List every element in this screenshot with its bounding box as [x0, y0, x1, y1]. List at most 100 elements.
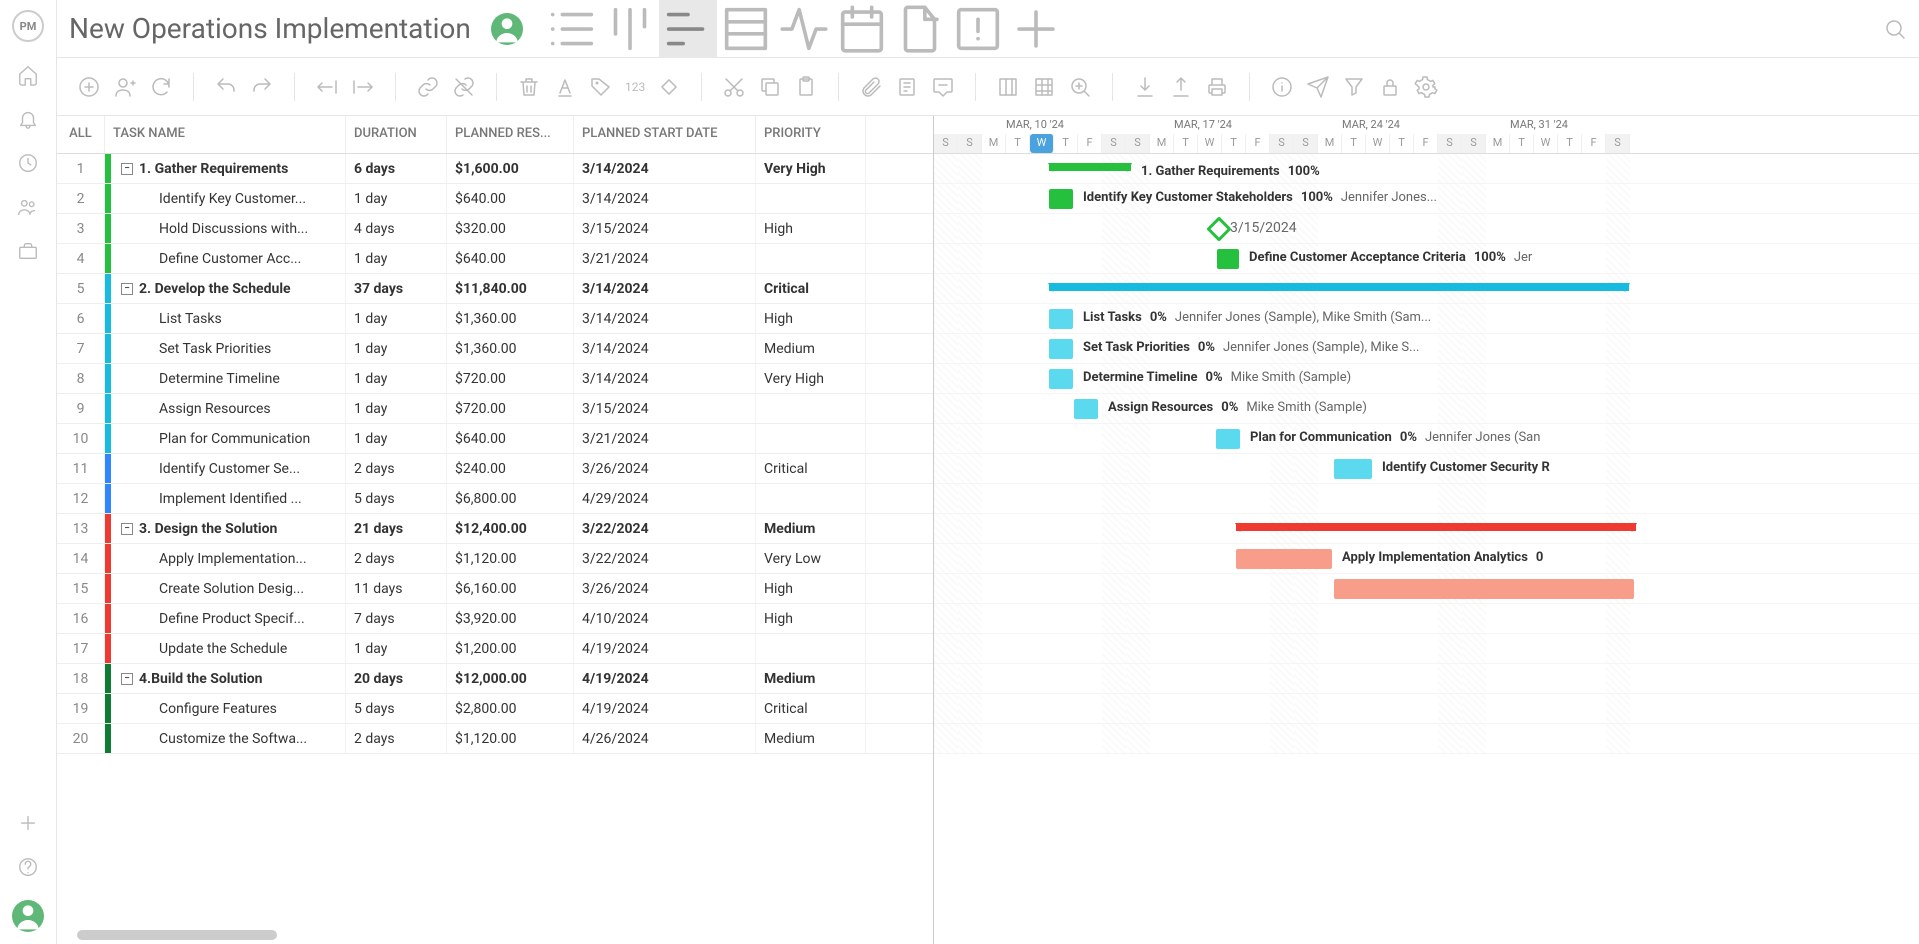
tag-icon[interactable] [589, 75, 613, 99]
assign-icon[interactable] [113, 75, 137, 99]
col-resources[interactable]: PLANNED RES... [447, 116, 574, 153]
start-cell[interactable]: 4/19/2024 [574, 634, 756, 663]
task-name-cell[interactable]: Hold Discussions with... [105, 214, 346, 243]
priority-cell[interactable]: Critical [756, 694, 866, 723]
duration-cell[interactable]: 1 day [346, 424, 447, 453]
gantt-bar[interactable]: Determine Timeline0%Mike Smith (Sample) [1049, 369, 1073, 389]
start-cell[interactable]: 3/22/2024 [574, 514, 756, 543]
priority-cell[interactable]: Critical [756, 274, 866, 303]
comment-icon[interactable] [931, 75, 955, 99]
duration-cell[interactable]: 6 days [346, 154, 447, 183]
duration-cell[interactable]: 2 days [346, 724, 447, 753]
start-cell[interactable]: 3/26/2024 [574, 454, 756, 483]
task-row[interactable]: 20 Customize the Softwa... 2 days $1,120… [57, 724, 933, 754]
task-row[interactable]: 7 Set Task Priorities 1 day $1,360.00 3/… [57, 334, 933, 364]
gantt-bar[interactable]: Identify Key Customer Stakeholders100%Je… [1049, 189, 1073, 209]
cost-cell[interactable]: $3,920.00 [447, 604, 574, 633]
gantt-body[interactable]: 1. Gather Requirements100%Identify Key C… [934, 154, 1919, 754]
gantt-bar[interactable]: List Tasks0%Jennifer Jones (Sample), Mik… [1049, 309, 1073, 329]
start-cell[interactable]: 4/19/2024 [574, 694, 756, 723]
unlink-icon[interactable] [452, 75, 476, 99]
cost-cell[interactable]: $640.00 [447, 244, 574, 273]
cost-cell[interactable]: $2,800.00 [447, 694, 574, 723]
cost-cell[interactable]: $1,200.00 [447, 634, 574, 663]
gantt-row[interactable]: Define Customer Acceptance Criteria100%J… [934, 244, 1919, 274]
add-task-icon[interactable] [77, 75, 101, 99]
priority-cell[interactable]: Medium [756, 514, 866, 543]
task-name-cell[interactable]: Plan for Communication [105, 424, 346, 453]
start-cell[interactable]: 3/14/2024 [574, 274, 756, 303]
start-cell[interactable]: 4/29/2024 [574, 484, 756, 513]
export-icon[interactable] [1169, 75, 1193, 99]
priority-cell[interactable]: Very High [756, 154, 866, 183]
gantt-row[interactable]: Identify Key Customer Stakeholders100%Je… [934, 184, 1919, 214]
task-row[interactable]: 17 Update the Schedule 1 day $1,200.00 4… [57, 634, 933, 664]
text-color-icon[interactable] [553, 75, 577, 99]
grid-icon[interactable] [1032, 75, 1056, 99]
priority-cell[interactable]: Critical [756, 454, 866, 483]
gantt-row[interactable] [934, 604, 1919, 634]
task-name-cell[interactable]: Update the Schedule [105, 634, 346, 663]
gantt-row[interactable]: Determine Timeline0%Mike Smith (Sample) [934, 364, 1919, 394]
task-row[interactable]: 14 Apply Implementation... 2 days $1,120… [57, 544, 933, 574]
duration-cell[interactable]: 5 days [346, 484, 447, 513]
bell-icon[interactable] [17, 108, 39, 130]
search-icon[interactable] [1883, 17, 1907, 41]
cost-cell[interactable]: $12,000.00 [447, 664, 574, 693]
indent-icon[interactable] [351, 75, 375, 99]
start-cell[interactable]: 3/14/2024 [574, 184, 756, 213]
settings-icon[interactable] [1414, 75, 1438, 99]
task-row[interactable]: 2 Identify Key Customer... 1 day $640.00… [57, 184, 933, 214]
priority-cell[interactable] [756, 424, 866, 453]
task-row[interactable]: 16 Define Product Specif... 7 days $3,92… [57, 604, 933, 634]
duration-cell[interactable]: 1 day [346, 634, 447, 663]
gantt-row[interactable]: Plan for Communication0%Jennifer Jones (… [934, 424, 1919, 454]
people-icon[interactable] [17, 196, 39, 218]
gantt-row[interactable] [934, 274, 1919, 304]
briefcase-icon[interactable] [17, 240, 39, 262]
view-sheet-icon[interactable] [717, 0, 775, 58]
duration-cell[interactable]: 1 day [346, 184, 447, 213]
task-name-cell[interactable]: Customize the Softwa... [105, 724, 346, 753]
start-cell[interactable]: 3/26/2024 [574, 574, 756, 603]
zoom-icon[interactable] [1068, 75, 1092, 99]
gantt-row[interactable]: Identify Customer Security R [934, 454, 1919, 484]
cost-cell[interactable]: $6,800.00 [447, 484, 574, 513]
task-row[interactable]: 10 Plan for Communication 1 day $640.00 … [57, 424, 933, 454]
gantt-bar[interactable]: Plan for Communication0%Jennifer Jones (… [1216, 429, 1240, 449]
duration-cell[interactable]: 5 days [346, 694, 447, 723]
priority-cell[interactable] [756, 244, 866, 273]
priority-cell[interactable] [756, 634, 866, 663]
cost-cell[interactable]: $1,120.00 [447, 544, 574, 573]
task-name-cell[interactable]: Create Solution Desig... [105, 574, 346, 603]
task-row[interactable]: 9 Assign Resources 1 day $720.00 3/15/20… [57, 394, 933, 424]
task-name-cell[interactable]: − 3. Design the Solution [105, 514, 346, 543]
gantt-row[interactable]: Assign Resources0%Mike Smith (Sample) [934, 394, 1919, 424]
start-cell[interactable]: 3/21/2024 [574, 244, 756, 273]
start-cell[interactable]: 4/19/2024 [574, 664, 756, 693]
priority-cell[interactable]: Medium [756, 334, 866, 363]
priority-cell[interactable]: High [756, 574, 866, 603]
cut-icon[interactable] [722, 75, 746, 99]
gantt-bar[interactable]: Set Task Priorities0%Jennifer Jones (Sam… [1049, 339, 1073, 359]
collapse-icon[interactable]: − [121, 283, 133, 295]
start-cell[interactable]: 4/10/2024 [574, 604, 756, 633]
cost-cell[interactable]: $12,400.00 [447, 514, 574, 543]
copy-icon[interactable] [758, 75, 782, 99]
task-row[interactable]: 13 − 3. Design the Solution 21 days $12,… [57, 514, 933, 544]
task-row[interactable]: 19 Configure Features 5 days $2,800.00 4… [57, 694, 933, 724]
duration-cell[interactable]: 4 days [346, 214, 447, 243]
task-row[interactable]: 15 Create Solution Desig... 11 days $6,1… [57, 574, 933, 604]
task-row[interactable]: 5 − 2. Develop the Schedule 37 days $11,… [57, 274, 933, 304]
paste-icon[interactable] [794, 75, 818, 99]
send-icon[interactable] [1306, 75, 1330, 99]
view-board-icon[interactable] [601, 0, 659, 58]
duration-cell[interactable]: 7 days [346, 604, 447, 633]
collapse-icon[interactable]: − [121, 673, 133, 685]
task-name-cell[interactable]: Define Product Specif... [105, 604, 346, 633]
task-row[interactable]: 1 − 1. Gather Requirements 6 days $1,600… [57, 154, 933, 184]
start-cell[interactable]: 3/14/2024 [574, 334, 756, 363]
priority-cell[interactable] [756, 394, 866, 423]
col-task[interactable]: TASK NAME [105, 116, 346, 153]
task-row[interactable]: 8 Determine Timeline 1 day $720.00 3/14/… [57, 364, 933, 394]
